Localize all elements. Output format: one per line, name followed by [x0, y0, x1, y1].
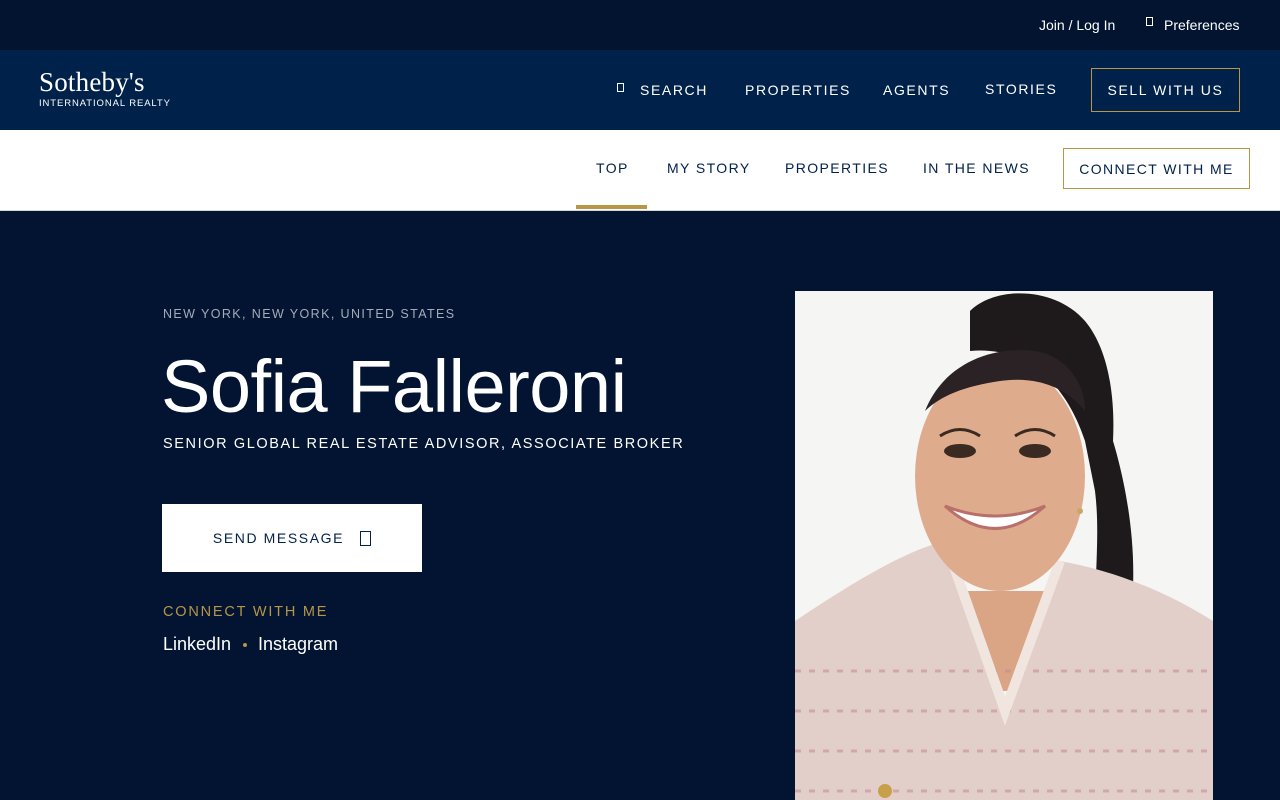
preferences-label: Preferences [1164, 17, 1240, 33]
logo[interactable]: Sotheby's INTERNATIONAL REALTY [39, 68, 171, 109]
connect-with-me-button[interactable]: CONNECT WITH ME [1063, 148, 1250, 189]
sell-with-us-button[interactable]: SELL WITH US [1091, 68, 1240, 112]
agent-sub-nav: TOP MY STORY PROPERTIES IN THE NEWS CONN… [0, 130, 1280, 211]
linkedin-link[interactable]: LinkedIn [163, 634, 231, 655]
send-message-label: SEND MESSAGE [212, 530, 345, 546]
connect-label: CONNECT WITH ME [163, 604, 329, 620]
nav-agents[interactable]: AGENTS [883, 82, 950, 98]
agent-portrait [795, 291, 1213, 800]
preferences-icon [1146, 17, 1153, 26]
agent-portrait-image [795, 291, 1213, 800]
active-tab-indicator [576, 205, 647, 209]
social-separator [243, 643, 247, 647]
logo-wordmark: Sotheby's [39, 67, 145, 97]
agent-title: SENIOR GLOBAL REAL ESTATE ADVISOR, ASSOC… [163, 436, 685, 452]
logo-subtitle: INTERNATIONAL REALTY [39, 98, 171, 109]
nav-properties[interactable]: PROPERTIES [745, 82, 851, 98]
search-icon [617, 83, 624, 92]
agent-name: Sofia Falleroni [161, 345, 627, 428]
sub-nav-top[interactable]: TOP [596, 160, 629, 176]
sub-nav-properties[interactable]: PROPERTIES [785, 160, 889, 176]
preferences-link[interactable]: Preferences [1146, 17, 1239, 33]
utility-bar: Join / Log In Preferences [0, 0, 1280, 50]
nav-stories[interactable]: STORIES [985, 81, 1057, 97]
message-icon [360, 530, 372, 546]
send-message-button[interactable]: SEND MESSAGE [162, 504, 422, 572]
nav-search-label: SEARCH [640, 82, 708, 98]
sub-nav-in-the-news[interactable]: IN THE NEWS [923, 160, 1030, 176]
nav-search[interactable]: SEARCH [617, 82, 708, 98]
instagram-link[interactable]: Instagram [258, 634, 338, 655]
agent-location: NEW YORK, NEW YORK, UNITED STATES [163, 307, 456, 321]
join-login-link[interactable]: Join / Log In [1039, 17, 1115, 33]
sub-nav-my-story[interactable]: MY STORY [667, 160, 751, 176]
main-nav: Sotheby's INTERNATIONAL REALTY SEARCH PR… [0, 50, 1280, 130]
